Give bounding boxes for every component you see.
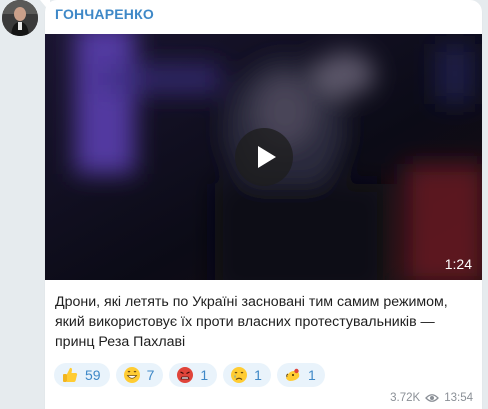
channel-name[interactable]: ГОНЧАРЕНКО (55, 6, 154, 22)
reaction-grinning[interactable]: 7 (115, 363, 164, 387)
grinning-face-icon (123, 367, 140, 383)
message-text: Дрони, які летять по Україні засновані т… (55, 294, 448, 350)
reaction-angry[interactable]: 1 (169, 363, 218, 387)
avatar-photo (2, 0, 38, 36)
reaction-thumbs-up[interactable]: 59 (54, 363, 110, 387)
message-time: 13:54 (444, 392, 473, 404)
crying-face-icon (231, 367, 248, 383)
chat-view: ГОНЧАРЕНКО 1:24 Дрони, які летять по Укр… (0, 0, 488, 409)
reaction-count: 1 (254, 367, 262, 383)
avatar[interactable] (2, 0, 38, 36)
reactions-bar: 59 7 1 1 1 (54, 363, 325, 387)
views-count: 3.72K (390, 392, 421, 404)
message-bubble[interactable]: ГОНЧАРЕНКО 1:24 Дрони, які летять по Укр… (45, 0, 482, 409)
clown-face-icon (285, 368, 300, 381)
video-preview[interactable]: 1:24 (45, 34, 482, 280)
angry-face-icon (177, 367, 194, 383)
reaction-count: 1 (200, 367, 209, 383)
video-duration: 1:24 (444, 256, 472, 272)
eye-icon (425, 394, 440, 402)
reaction-clown[interactable]: 1 (276, 363, 325, 387)
message-meta: 3.72K 13:54 (390, 392, 473, 404)
reaction-count: 59 (85, 367, 101, 383)
thumbs-up-icon (63, 367, 78, 382)
reaction-crying[interactable]: 1 (223, 363, 271, 387)
play-button[interactable] (235, 128, 293, 186)
reaction-count: 7 (146, 367, 155, 383)
reaction-count: 1 (307, 367, 316, 383)
